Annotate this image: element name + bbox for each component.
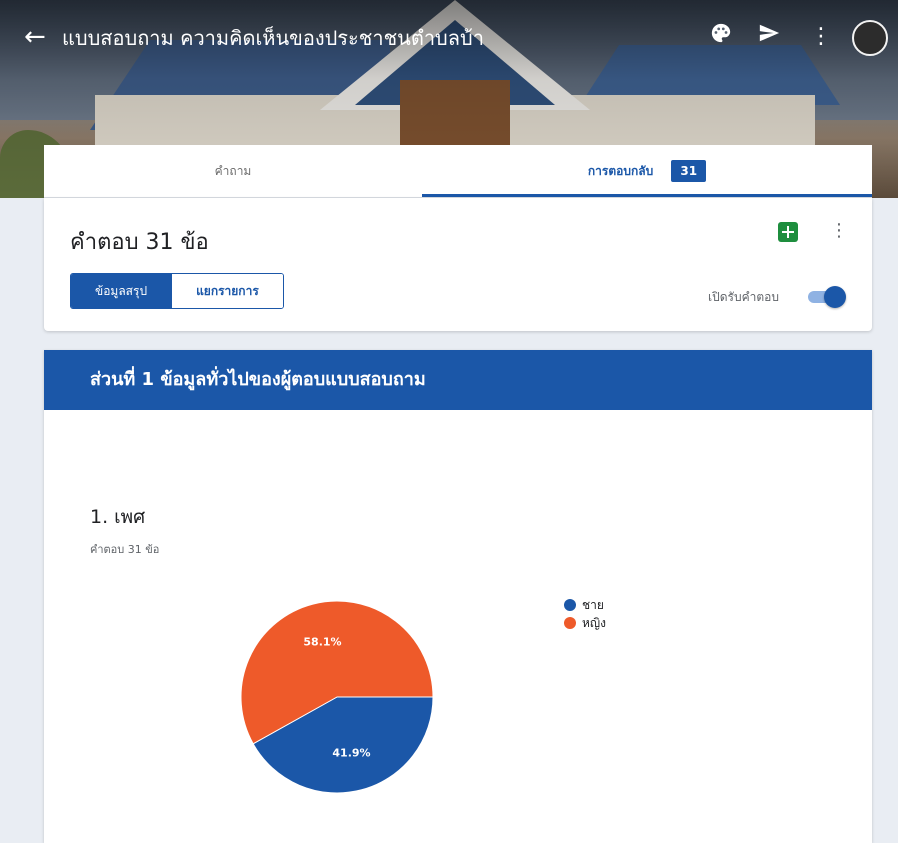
send-icon-svg xyxy=(759,24,780,42)
legend-item-male: ชาย xyxy=(564,596,606,614)
responses-count-badge: 31 xyxy=(671,160,707,182)
avatar[interactable] xyxy=(852,20,888,56)
tab-questions[interactable]: คำถาม xyxy=(44,145,422,197)
more-vert-icon[interactable]: ⋮ xyxy=(830,218,848,244)
legend-label: ชาย xyxy=(582,597,604,612)
individual-button[interactable]: แยกรายการ xyxy=(171,274,283,308)
view-switcher: ข้อมูลสรุป แยกรายการ xyxy=(70,273,284,309)
response-count-title: คำตอบ 31 ข้อ xyxy=(70,230,209,255)
summary-button[interactable]: ข้อมูลสรุป xyxy=(71,274,172,308)
form-title: แบบสอบถาม ความคิดเห็นของประชาชนตำบลบ้า xyxy=(62,26,484,50)
palette-icon[interactable] xyxy=(706,22,736,52)
tab-bar: คำถาม การตอบกลับ 31 xyxy=(44,145,872,198)
active-tab-indicator xyxy=(422,194,872,197)
accepting-responses-label: เปิดรับคำตอบ xyxy=(708,290,779,304)
section-title: ส่วนที่ 1 ข้อมูลทั่วไปของผู้ตอบแบบสอบถาม xyxy=(90,369,426,390)
section-card: ส่วนที่ 1 ข้อมูลทั่วไปของผู้ตอบแบบสอบถาม… xyxy=(44,350,872,843)
pie-label-male: 41.9% xyxy=(332,747,370,760)
palette-icon-svg xyxy=(711,23,731,43)
section-header: ส่วนที่ 1 ข้อมูลทั่วไปของผู้ตอบแบบสอบถาม xyxy=(44,350,872,410)
legend-swatch xyxy=(564,599,576,611)
google-sheets-icon[interactable] xyxy=(778,222,798,242)
tab-responses[interactable]: การตอบกลับ 31 xyxy=(422,145,872,197)
back-arrow-icon[interactable]: ← xyxy=(24,22,54,52)
question-response-count: คำตอบ 31 ข้อ xyxy=(90,543,160,556)
more-vert-icon[interactable]: ⋮ xyxy=(806,22,836,52)
chart-legend: ชายหญิง xyxy=(564,596,606,632)
question-title: 1. เพศ xyxy=(90,506,146,528)
tab-questions-label: คำถาม xyxy=(214,164,252,178)
tab-responses-label: การตอบกลับ xyxy=(587,164,654,178)
send-icon[interactable] xyxy=(754,22,784,52)
responses-card: คำตอบ 31 ข้อ ⋮ ข้อมูลสรุป แยกรายการ เปิด… xyxy=(44,198,872,331)
top-bar: ← แบบสอบถาม ความคิดเห็นของประชาชนตำบลบ้า… xyxy=(0,0,898,80)
legend-swatch xyxy=(564,617,576,629)
legend-label: หญิง xyxy=(582,615,606,630)
accepting-responses-toggle[interactable] xyxy=(806,286,846,308)
pie-label-female: 58.1% xyxy=(303,635,341,648)
toggle-knob xyxy=(824,286,846,308)
pie-chart: 41.9% 58.1% xyxy=(240,600,434,794)
legend-item-female: หญิง xyxy=(564,614,606,632)
